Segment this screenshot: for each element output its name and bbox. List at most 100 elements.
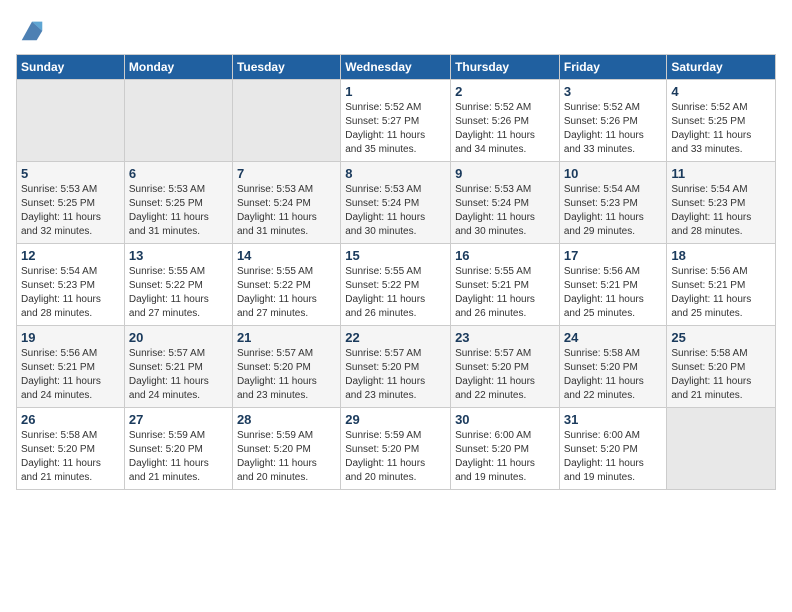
calendar-cell: 31Sunrise: 6:00 AM Sunset: 5:20 PM Dayli… xyxy=(559,408,667,490)
calendar-cell: 1Sunrise: 5:52 AM Sunset: 5:27 PM Daylig… xyxy=(341,80,451,162)
calendar-cell: 29 Sunrise: 5:59 AM Sunset: 5:20 PM Dayli… xyxy=(341,408,451,490)
weekday-friday: Friday xyxy=(559,55,667,80)
day-info: Sunrise: 5:56 AM Sunset: 5:21 PM Dayligh… xyxy=(21,347,120,403)
calendar-cell xyxy=(17,80,125,162)
day-number: 9 xyxy=(455,166,555,181)
day-info: Sunrise: 5:55 AM Sunset: 5:22 PM Dayligh… xyxy=(129,265,228,321)
day-number: 27 xyxy=(129,412,228,427)
day-info: Sunrise: 5:55 AM Sunset: 5:22 PM Dayligh… xyxy=(237,265,336,321)
day-info: Sunrise: 5:59 AM Sunset: 5:20 PM Dayligh… xyxy=(237,429,336,485)
day-info: Sunrise: 5:59 AM Sunset: 5:20 PM Dayligh… xyxy=(345,429,446,485)
day-number: 3 xyxy=(564,84,663,99)
day-number: 19 xyxy=(21,330,120,345)
calendar-cell: 14 Sunrise: 5:55 AM Sunset: 5:22 PM Dayli… xyxy=(232,244,340,326)
day-info: Sunrise: 5:52 AM Sunset: 5:26 PM Dayligh… xyxy=(564,101,663,157)
calendar-cell: 9 Sunrise: 5:53 AM Sunset: 5:24 PM Daylig… xyxy=(451,162,560,244)
day-number: 15 xyxy=(345,248,446,263)
weekday-header-row: SundayMondayTuesdayWednesdayThursdayFrid… xyxy=(17,55,776,80)
day-number: 21 xyxy=(237,330,336,345)
day-number: 29 xyxy=(345,412,446,427)
calendar-cell: 20Sunrise: 5:57 AM Sunset: 5:21 PM Dayli… xyxy=(124,326,232,408)
day-number: 1 xyxy=(345,84,446,99)
calendar-cell: 8 Sunrise: 5:53 AM Sunset: 5:24 PM Daylig… xyxy=(341,162,451,244)
day-number: 5 xyxy=(21,166,120,181)
logo xyxy=(16,16,46,44)
day-number: 24 xyxy=(564,330,663,345)
day-info: Sunrise: 5:55 AM Sunset: 5:22 PM Dayligh… xyxy=(345,265,446,321)
calendar-cell: 25Sunrise: 5:58 AM Sunset: 5:20 PM Dayli… xyxy=(667,326,776,408)
day-info: Sunrise: 5:54 AM Sunset: 5:23 PM Dayligh… xyxy=(564,183,663,239)
weekday-wednesday: Wednesday xyxy=(341,55,451,80)
calendar-cell: 24 Sunrise: 5:58 AM Sunset: 5:20 PM Dayli… xyxy=(559,326,667,408)
day-number: 2 xyxy=(455,84,555,99)
week-row-2: 5 Sunrise: 5:53 AM Sunset: 5:25 PM Daylig… xyxy=(17,162,776,244)
week-row-5: 26 Sunrise: 5:58 AM Sunset: 5:20 PM Dayli… xyxy=(17,408,776,490)
calendar-cell: 28 Sunrise: 5:59 AM Sunset: 5:20 PM Dayli… xyxy=(232,408,340,490)
day-info: Sunrise: 5:57 AM Sunset: 5:21 PM Dayligh… xyxy=(129,347,228,403)
calendar-cell: 21 Sunrise: 5:57 AM Sunset: 5:20 PM Dayli… xyxy=(232,326,340,408)
day-number: 26 xyxy=(21,412,120,427)
day-info: Sunrise: 5:58 AM Sunset: 5:20 PM Dayligh… xyxy=(564,347,663,403)
day-info: Sunrise: 5:57 AM Sunset: 5:20 PM Dayligh… xyxy=(345,347,446,403)
day-number: 17 xyxy=(564,248,663,263)
calendar-cell: 11Sunrise: 5:54 AM Sunset: 5:23 PM Dayli… xyxy=(667,162,776,244)
day-info: Sunrise: 5:53 AM Sunset: 5:24 PM Dayligh… xyxy=(345,183,446,239)
logo-icon xyxy=(18,16,46,44)
week-row-3: 12 Sunrise: 5:54 AM Sunset: 5:23 PM Dayli… xyxy=(17,244,776,326)
calendar-cell: 26 Sunrise: 5:58 AM Sunset: 5:20 PM Dayli… xyxy=(17,408,125,490)
day-info: Sunrise: 5:56 AM Sunset: 5:21 PM Dayligh… xyxy=(564,265,663,321)
day-info: Sunrise: 5:54 AM Sunset: 5:23 PM Dayligh… xyxy=(671,183,771,239)
day-info: Sunrise: 5:53 AM Sunset: 5:25 PM Dayligh… xyxy=(129,183,228,239)
day-number: 7 xyxy=(237,166,336,181)
day-info: Sunrise: 5:57 AM Sunset: 5:20 PM Dayligh… xyxy=(237,347,336,403)
day-info: Sunrise: 5:58 AM Sunset: 5:20 PM Dayligh… xyxy=(21,429,120,485)
weekday-sunday: Sunday xyxy=(17,55,125,80)
calendar-cell: 30Sunrise: 6:00 AM Sunset: 5:20 PM Dayli… xyxy=(451,408,560,490)
calendar-cell: 4 Sunrise: 5:52 AM Sunset: 5:25 PM Daylig… xyxy=(667,80,776,162)
weekday-thursday: Thursday xyxy=(451,55,560,80)
day-info: Sunrise: 5:52 AM Sunset: 5:26 PM Dayligh… xyxy=(455,101,555,157)
calendar-cell: 7Sunrise: 5:53 AM Sunset: 5:24 PM Daylig… xyxy=(232,162,340,244)
day-number: 23 xyxy=(455,330,555,345)
day-number: 14 xyxy=(237,248,336,263)
day-number: 18 xyxy=(671,248,771,263)
day-info: Sunrise: 5:52 AM Sunset: 5:25 PM Dayligh… xyxy=(671,101,771,157)
day-number: 16 xyxy=(455,248,555,263)
day-number: 6 xyxy=(129,166,228,181)
calendar-cell: 22 Sunrise: 5:57 AM Sunset: 5:20 PM Dayli… xyxy=(341,326,451,408)
calendar-cell: 2 Sunrise: 5:52 AM Sunset: 5:26 PM Daylig… xyxy=(451,80,560,162)
day-info: Sunrise: 5:59 AM Sunset: 5:20 PM Dayligh… xyxy=(129,429,228,485)
calendar-cell: 5 Sunrise: 5:53 AM Sunset: 5:25 PM Daylig… xyxy=(17,162,125,244)
calendar-cell: 3 Sunrise: 5:52 AM Sunset: 5:26 PM Daylig… xyxy=(559,80,667,162)
calendar-cell: 13Sunrise: 5:55 AM Sunset: 5:22 PM Dayli… xyxy=(124,244,232,326)
page-header xyxy=(16,16,776,44)
calendar-cell: 10 Sunrise: 5:54 AM Sunset: 5:23 PM Dayli… xyxy=(559,162,667,244)
weekday-saturday: Saturday xyxy=(667,55,776,80)
calendar-cell: 18Sunrise: 5:56 AM Sunset: 5:21 PM Dayli… xyxy=(667,244,776,326)
day-info: Sunrise: 5:53 AM Sunset: 5:25 PM Dayligh… xyxy=(21,183,120,239)
day-number: 4 xyxy=(671,84,771,99)
calendar-cell xyxy=(124,80,232,162)
day-info: Sunrise: 5:54 AM Sunset: 5:23 PM Dayligh… xyxy=(21,265,120,321)
day-number: 25 xyxy=(671,330,771,345)
calendar-cell: 16 Sunrise: 5:55 AM Sunset: 5:21 PM Dayli… xyxy=(451,244,560,326)
calendar-cell: 17 Sunrise: 5:56 AM Sunset: 5:21 PM Dayli… xyxy=(559,244,667,326)
day-info: Sunrise: 5:53 AM Sunset: 5:24 PM Dayligh… xyxy=(455,183,555,239)
day-number: 30 xyxy=(455,412,555,427)
day-number: 12 xyxy=(21,248,120,263)
calendar-cell: 6 Sunrise: 5:53 AM Sunset: 5:25 PM Daylig… xyxy=(124,162,232,244)
weekday-tuesday: Tuesday xyxy=(232,55,340,80)
day-number: 28 xyxy=(237,412,336,427)
day-info: Sunrise: 5:55 AM Sunset: 5:21 PM Dayligh… xyxy=(455,265,555,321)
calendar-table: SundayMondayTuesdayWednesdayThursdayFrid… xyxy=(16,54,776,490)
day-number: 10 xyxy=(564,166,663,181)
day-number: 22 xyxy=(345,330,446,345)
weekday-monday: Monday xyxy=(124,55,232,80)
day-info: Sunrise: 6:00 AM Sunset: 5:20 PM Dayligh… xyxy=(564,429,663,485)
calendar-cell: 23Sunrise: 5:57 AM Sunset: 5:20 PM Dayli… xyxy=(451,326,560,408)
week-row-1: 1Sunrise: 5:52 AM Sunset: 5:27 PM Daylig… xyxy=(17,80,776,162)
calendar-cell xyxy=(232,80,340,162)
day-number: 8 xyxy=(345,166,446,181)
calendar-cell xyxy=(667,408,776,490)
week-row-4: 19 Sunrise: 5:56 AM Sunset: 5:21 PM Dayli… xyxy=(17,326,776,408)
